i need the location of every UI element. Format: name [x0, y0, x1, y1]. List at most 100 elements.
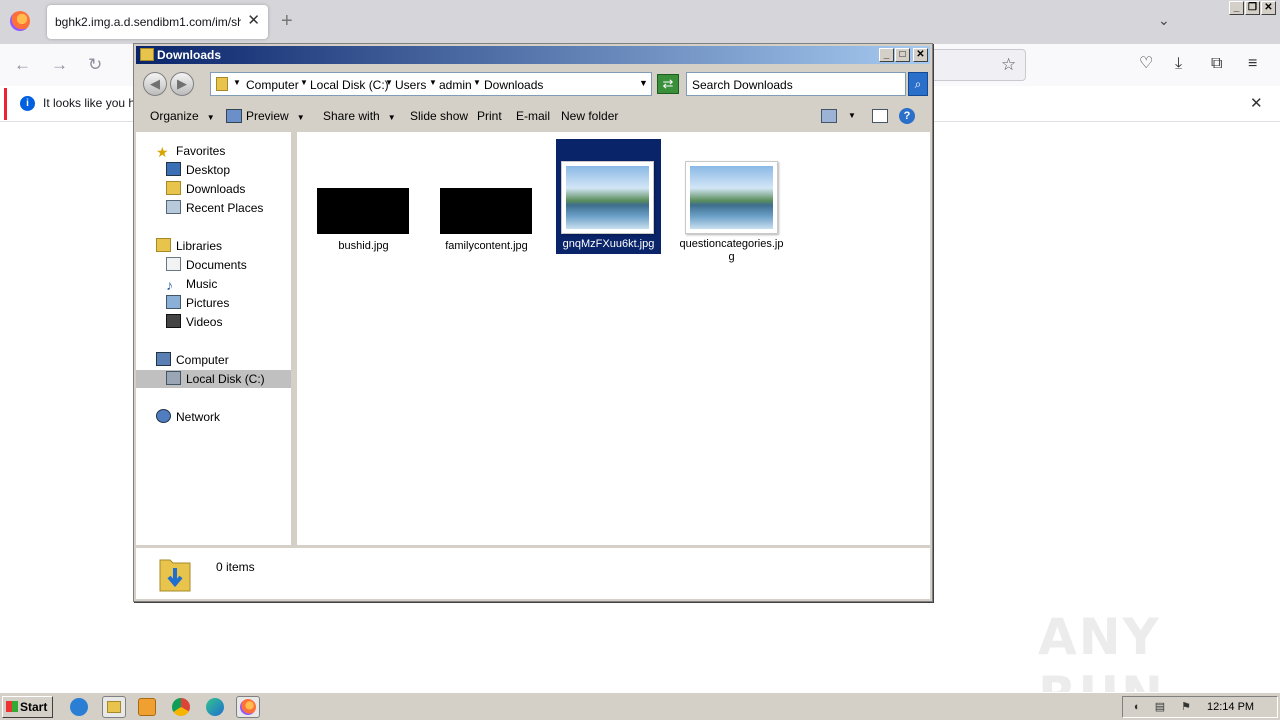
- preview-pane-icon[interactable]: [872, 109, 888, 123]
- taskbar: Start ◖ ▤ ⚑ 12:14 PM: [0, 692, 1280, 720]
- maximize-button[interactable]: □: [895, 48, 910, 62]
- preview-icon: [226, 109, 242, 123]
- edge-icon[interactable]: [206, 698, 224, 716]
- breadcrumb-arrow-icon[interactable]: ▼: [429, 78, 437, 87]
- network-icon: [156, 409, 171, 423]
- search-input[interactable]: Search Downloads: [686, 72, 906, 96]
- pocket-icon[interactable]: ♡: [1139, 54, 1153, 74]
- email-button[interactable]: E-mail: [516, 109, 550, 123]
- nav-network-label: Network: [176, 410, 221, 424]
- organize-label: Organize: [150, 109, 199, 123]
- restore-browser-button[interactable]: ❐: [1245, 1, 1260, 15]
- bookmark-star-icon[interactable]: ☆: [1001, 55, 1016, 75]
- nav-local-disk-label: Local Disk (C:): [186, 372, 265, 386]
- flag-icon[interactable]: ⚑: [1179, 700, 1193, 714]
- start-button[interactable]: Start: [2, 696, 53, 718]
- back-arrow-icon[interactable]: ←: [14, 55, 31, 75]
- nav-libraries[interactable]: Libraries: [156, 237, 222, 255]
- breadcrumb-arrow-icon[interactable]: ▼: [385, 78, 393, 87]
- forward-arrow-icon[interactable]: →: [51, 55, 68, 75]
- file-item[interactable]: questioncategories.jpg: [679, 142, 784, 263]
- minimize-button[interactable]: _: [879, 48, 894, 62]
- organize-button[interactable]: Organize ▼: [150, 109, 215, 123]
- slide-show-button[interactable]: Slide show: [410, 109, 468, 123]
- nav-pictures[interactable]: Pictures: [166, 294, 229, 312]
- nav-computer[interactable]: Computer: [156, 351, 229, 369]
- system-tray: ◖ ▤ ⚑ 12:14 PM: [1122, 696, 1278, 718]
- nav-pictures-label: Pictures: [186, 296, 230, 310]
- notification-accent: [4, 88, 7, 120]
- window-title: Downloads: [157, 48, 222, 62]
- network-tray-icon[interactable]: ▤: [1153, 700, 1167, 714]
- minimize-browser-button[interactable]: _: [1229, 1, 1244, 15]
- address-row: ◀ ▶ ▼ Computer ▼ Local Disk (C:) ▼ Users…: [136, 65, 930, 99]
- chevron-down-icon[interactable]: ⌄: [1158, 12, 1170, 29]
- nav-favorites[interactable]: ★ Favorites: [156, 142, 225, 160]
- download-icon[interactable]: ⤓: [1175, 54, 1182, 74]
- print-button[interactable]: Print: [477, 109, 502, 123]
- extensions-icon[interactable]: ⧉: [1211, 54, 1222, 74]
- folder-icon: [140, 48, 154, 61]
- start-label: Start: [20, 700, 48, 714]
- firefox-taskbar-icon[interactable]: [236, 696, 260, 718]
- star-icon: ★: [156, 144, 169, 160]
- view-dropdown-icon[interactable]: ▼: [848, 111, 856, 120]
- change-view-icon[interactable]: [821, 109, 837, 123]
- file-item[interactable]: bushid.jpg: [311, 142, 416, 257]
- breadcrumb-admin[interactable]: admin: [439, 78, 472, 92]
- explorer-title-bar[interactable]: Downloads _ □ ✕: [136, 46, 930, 64]
- preview-button[interactable]: Preview ▼: [246, 109, 305, 123]
- close-tab-icon[interactable]: ✕: [247, 12, 260, 30]
- breadcrumb-local-disk[interactable]: Local Disk (C:): [310, 78, 389, 92]
- file-item-selected[interactable]: gnqMzFXuu6kt.jpg: [556, 139, 661, 254]
- search-icon[interactable]: ⌕: [908, 72, 928, 96]
- explorer-window: Downloads _ □ ✕ ◀ ▶ ▼ Computer ▼ Local D…: [133, 43, 933, 602]
- navigation-pane: ★ Favorites Desktop Downloads Recent Plac…: [136, 132, 294, 545]
- breadcrumb-downloads[interactable]: Downloads: [484, 78, 543, 92]
- new-folder-button[interactable]: New folder: [561, 109, 618, 123]
- breadcrumb-users[interactable]: Users: [395, 78, 426, 92]
- nav-network[interactable]: Network: [156, 408, 220, 426]
- nav-videos[interactable]: Videos: [166, 313, 222, 331]
- clock[interactable]: 12:14 PM: [1207, 701, 1254, 713]
- media-player-icon[interactable]: [138, 698, 156, 716]
- nav-recent-places[interactable]: Recent Places: [166, 199, 263, 217]
- nav-local-disk[interactable]: Local Disk (C:): [136, 370, 291, 388]
- close-browser-button[interactable]: ✕: [1261, 1, 1276, 15]
- nav-desktop[interactable]: Desktop: [166, 161, 230, 179]
- file-item[interactable]: familycontent.jpg: [434, 142, 539, 257]
- close-button[interactable]: ✕: [913, 48, 928, 62]
- volume-icon[interactable]: ◖: [1129, 700, 1143, 714]
- address-bar[interactable]: ▼ Computer ▼ Local Disk (C:) ▼ Users ▼ a…: [210, 72, 652, 96]
- explorer-taskbar-icon[interactable]: [102, 696, 126, 718]
- breadcrumb-arrow-icon[interactable]: ▼: [233, 78, 241, 87]
- libraries-icon: [156, 238, 171, 252]
- breadcrumb-arrow-icon[interactable]: ▼: [300, 78, 308, 87]
- close-notification-icon[interactable]: ✕: [1250, 94, 1263, 112]
- nav-videos-label: Videos: [186, 315, 223, 329]
- new-tab-icon[interactable]: +: [281, 10, 293, 32]
- browser-tab[interactable]: bghk2.img.a.d.sendibm1.com/im/sh/gnqMzFX…: [47, 5, 268, 39]
- firefox-logo-icon[interactable]: [10, 11, 30, 31]
- landscape-image-thumbnail: [561, 161, 654, 234]
- internet-explorer-icon[interactable]: [70, 698, 88, 716]
- browser-tab-bar: bghk2.img.a.d.sendibm1.com/im/sh/gnqMzFX…: [0, 0, 1280, 44]
- preview-label: Preview: [246, 109, 289, 123]
- nav-recent-places-label: Recent Places: [186, 201, 264, 215]
- back-button[interactable]: ◀: [143, 72, 167, 96]
- help-icon[interactable]: ?: [899, 108, 915, 124]
- chrome-icon[interactable]: [172, 698, 190, 716]
- share-with-button[interactable]: Share with ▼: [323, 109, 396, 123]
- forward-button[interactable]: ▶: [170, 72, 194, 96]
- address-dropdown-icon[interactable]: ▼: [639, 78, 648, 88]
- breadcrumb-computer[interactable]: Computer: [246, 78, 299, 92]
- nav-downloads[interactable]: Downloads: [166, 180, 245, 198]
- dark-image-thumbnail: [440, 188, 532, 234]
- hamburger-menu-icon[interactable]: ≡: [1248, 54, 1257, 74]
- breadcrumb-arrow-icon[interactable]: ▼: [473, 78, 481, 87]
- local-disk-icon: [166, 371, 181, 385]
- reload-icon[interactable]: ↻: [88, 55, 102, 75]
- nav-documents[interactable]: Documents: [166, 256, 247, 274]
- nav-music[interactable]: ♪ Music: [166, 275, 217, 293]
- refresh-icon[interactable]: ⇄: [657, 74, 679, 94]
